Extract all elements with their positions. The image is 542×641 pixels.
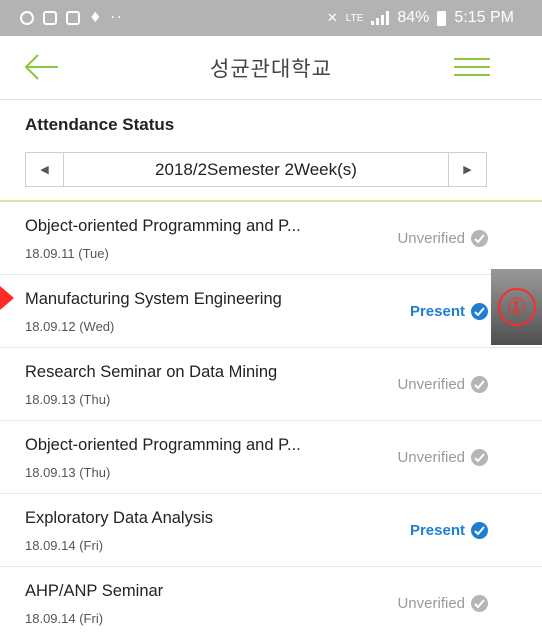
check-circle-icon [471, 595, 488, 612]
next-week-button[interactable]: ▶ [448, 153, 486, 186]
app-header: 성균관대학교 [0, 36, 542, 100]
check-circle-icon [471, 376, 488, 393]
status-badge: Unverified [397, 449, 488, 466]
week-selector: ◀ 2018/2Semester 2Week(s) ▶ [25, 152, 487, 187]
course-name: Object-oriented Programming and P... [25, 436, 301, 454]
class-date: 18.09.14 (Fri) [25, 538, 104, 553]
status-badge: Present [410, 522, 488, 539]
attendance-row[interactable]: Object-oriented Programming and P... 18.… [0, 202, 542, 275]
course-name: Manufacturing System Engineering [25, 290, 282, 308]
class-date: 18.09.12 (Wed) [25, 319, 115, 334]
attendance-row[interactable]: AHP/ANP Seminar 18.09.14 (Fri) Unverifie… [0, 567, 542, 640]
triangle-right-icon: ▶ [463, 163, 472, 176]
class-date: 18.09.13 (Thu) [25, 465, 111, 480]
course-name: Object-oriented Programming and P... [25, 217, 301, 235]
status-badge: Unverified [397, 230, 488, 247]
status-time: 5:15 PM [454, 9, 514, 26]
status-label: Present [409, 522, 465, 539]
check-circle-icon [471, 230, 488, 247]
hamburger-icon [454, 58, 490, 60]
check-circle-icon [471, 522, 488, 539]
status-label: Unverified [397, 230, 465, 247]
week-label: 2018/2Semester 2Week(s) [155, 159, 357, 179]
attendance-row[interactable]: Research Seminar on Data Mining 18.09.13… [0, 348, 542, 421]
signal-icon [371, 11, 390, 25]
status-bar: ♦ ·· ✕ LTE 84% 5:15 PM [0, 0, 542, 36]
page-title: 성균관대학교 [210, 56, 332, 81]
callout-number: ① [497, 288, 536, 326]
red-arrow-marker [0, 286, 14, 310]
status-label: Unverified [397, 376, 465, 393]
status-badge: Unverified [397, 376, 488, 393]
attendance-row[interactable]: Object-oriented Programming and P... 18.… [0, 421, 542, 494]
more-notifications: ·· [110, 10, 124, 26]
status-bar-right: ✕ LTE 84% 5:15 PM [327, 9, 514, 27]
course-name: Exploratory Data Analysis [25, 509, 214, 527]
battery-icon [437, 10, 447, 26]
mail-icon [66, 11, 80, 25]
attendance-row[interactable]: Exploratory Data Analysis 18.09.14 (Fri)… [0, 494, 542, 567]
check-circle-icon [471, 449, 488, 466]
section-title: Attendance Status [25, 115, 175, 134]
mute-icon: ✕ [326, 10, 338, 25]
battery-percent: 84% [397, 9, 430, 26]
previous-week-button[interactable]: ◀ [26, 153, 64, 186]
class-date: 18.09.11 (Tue) [25, 246, 109, 261]
course-name: Research Seminar on Data Mining [25, 363, 278, 381]
status-bar-left: ♦ ·· [20, 10, 123, 26]
status-badge: Present [410, 303, 488, 320]
notification-icon: ♦ [89, 10, 102, 26]
status-label: Present [409, 303, 465, 320]
callout-marker: ① [491, 269, 542, 345]
gallery-icon [43, 11, 57, 25]
course-name: AHP/ANP Seminar [25, 582, 164, 600]
back-button[interactable] [22, 50, 62, 84]
menu-button[interactable] [454, 52, 490, 82]
class-date: 18.09.14 (Fri) [25, 611, 104, 626]
attendance-row[interactable]: Manufacturing System Engineering 18.09.1… [0, 275, 542, 348]
triangle-left-icon: ◀ [40, 163, 49, 176]
check-circle-icon [471, 303, 488, 320]
class-date: 18.09.13 (Thu) [25, 392, 111, 407]
status-label: Unverified [397, 449, 465, 466]
status-badge: Unverified [397, 595, 488, 612]
status-label: Unverified [397, 595, 465, 612]
attendance-list: Object-oriented Programming and P... 18.… [0, 202, 542, 640]
back-arrow-icon [24, 54, 58, 80]
lte-label: LTE [345, 12, 364, 24]
sync-icon [20, 11, 34, 25]
